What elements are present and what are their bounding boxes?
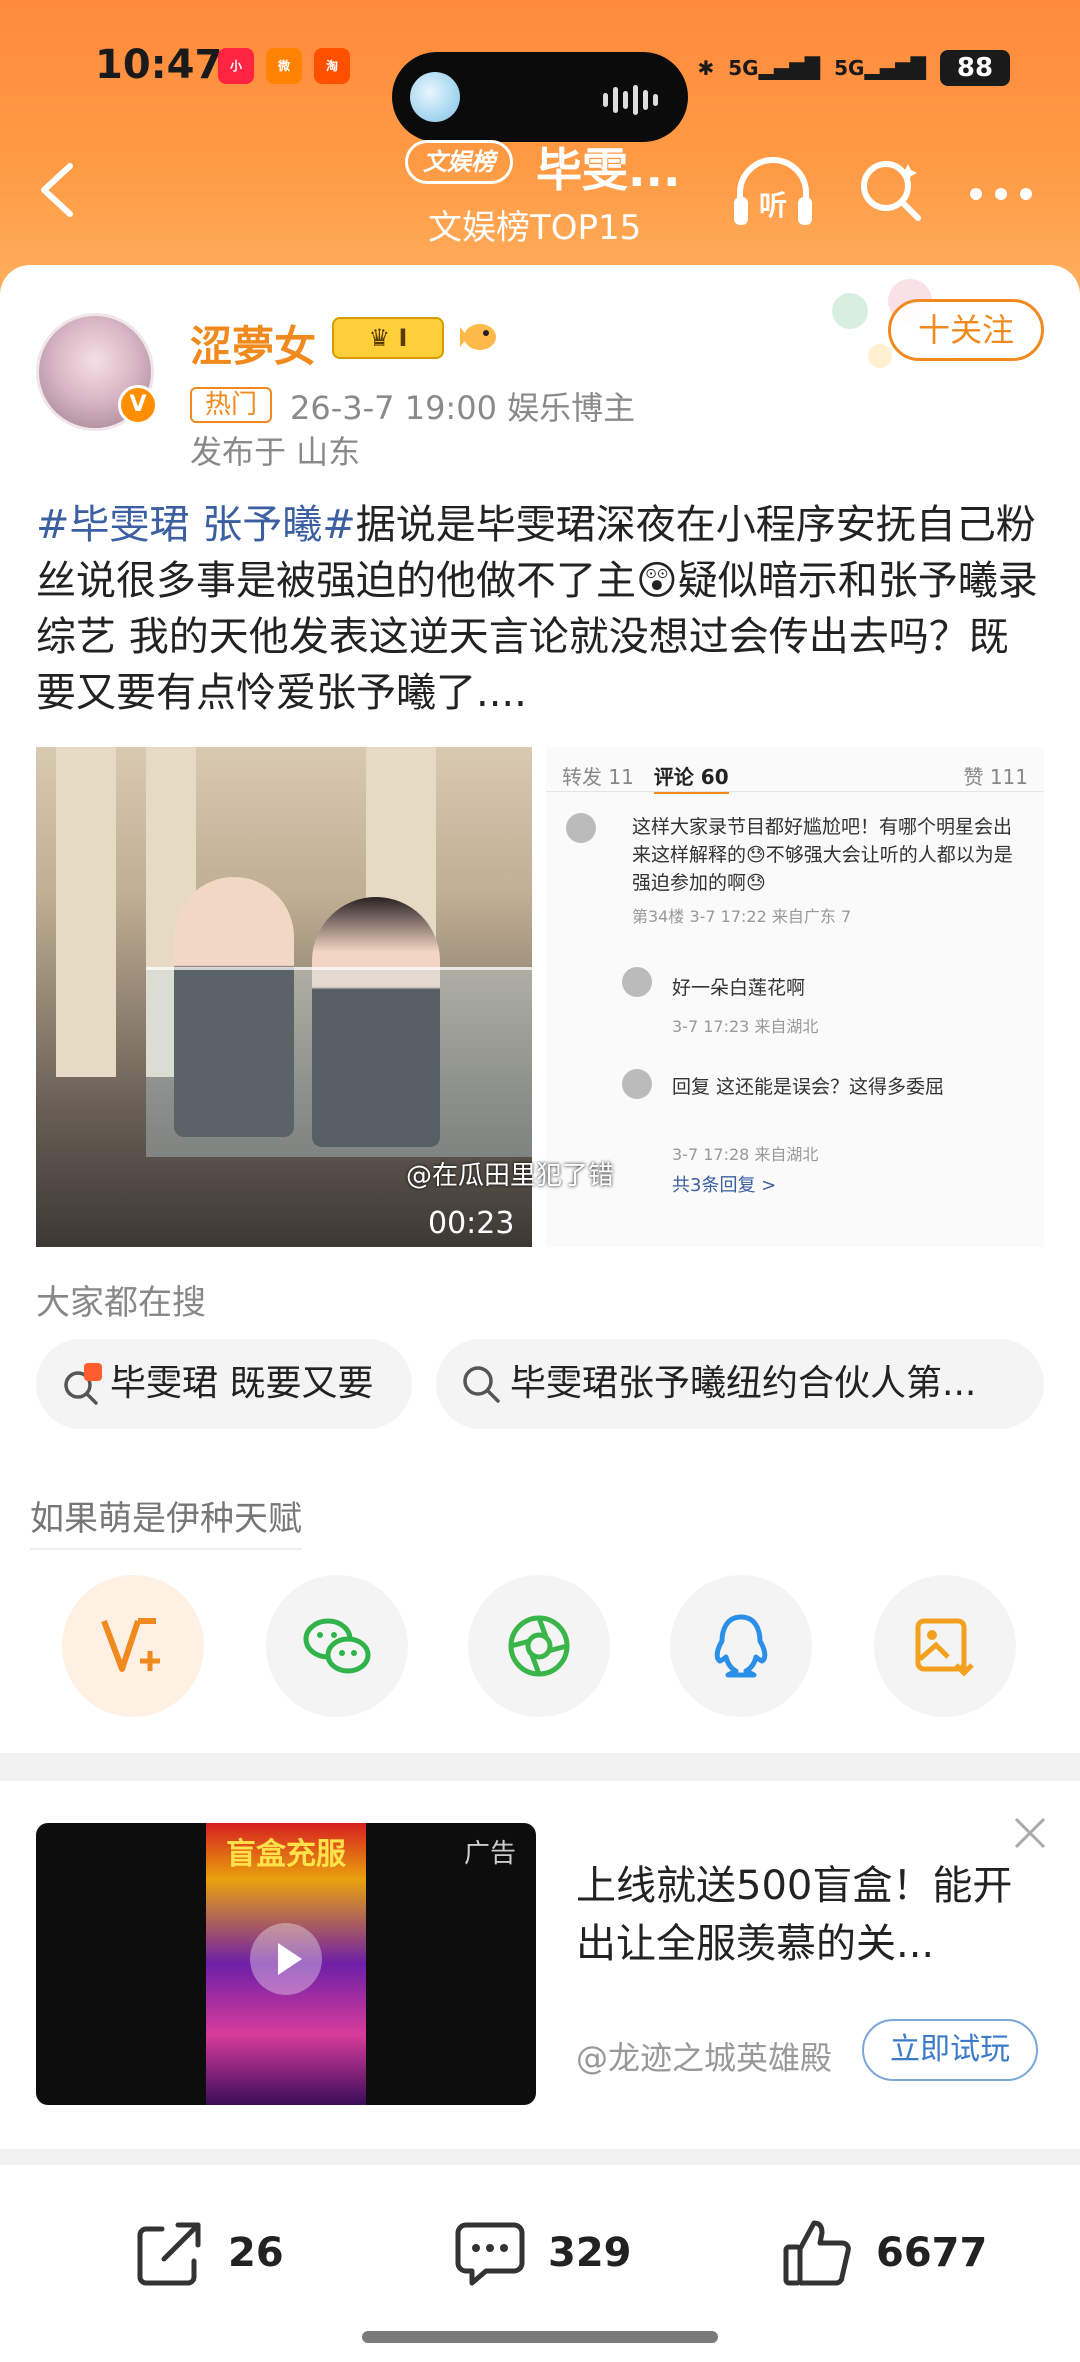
- weibo-icon: 微: [266, 48, 302, 84]
- more-icon[interactable]: [966, 184, 1036, 204]
- repost-v-icon: [101, 1618, 160, 1672]
- section-divider: [0, 1753, 1080, 1781]
- music-artwork-icon: [410, 72, 460, 122]
- screenshot-comment-meta: 第34楼 3-7 17:22 来自广东 7: [632, 907, 852, 926]
- signal-icon-2: 5G▂▄▆█: [834, 56, 926, 80]
- signal-icon-1: 5G▂▄▆█: [728, 56, 821, 80]
- fish-icon: [460, 324, 496, 350]
- share-wechat-button[interactable]: [266, 1575, 408, 1717]
- screenshot-comment-meta: 3-7 17:23 来自湖北: [672, 1017, 819, 1036]
- video-glass-railing: [146, 967, 532, 1157]
- screenshot-replies: 共3条回复 >: [672, 1175, 777, 1196]
- ranking-badge[interactable]: 文娱榜: [405, 140, 513, 184]
- hot-tag: 热门: [190, 387, 272, 423]
- back-icon[interactable]: [34, 160, 84, 220]
- post-card: V 涩夢女 ♛ I 十关注 热门 26-3-7 19:00 娱乐博主 发布于 山…: [0, 265, 1080, 2362]
- search-icon[interactable]: [858, 158, 924, 224]
- share-qq-button[interactable]: [670, 1575, 812, 1717]
- save-image-icon: [915, 1618, 974, 1677]
- home-indicator[interactable]: [362, 2331, 718, 2343]
- ad-title[interactable]: 上线就送500盲盒！能开出让全服羡慕的关...: [576, 1857, 1026, 1973]
- hot-search-icon: [64, 1363, 102, 1405]
- screenshot-comment: 好一朵白莲花啊: [672, 977, 806, 999]
- post-location: 发布于 山东: [190, 433, 361, 471]
- page-title: 毕雯...: [536, 143, 681, 197]
- follow-button[interactable]: 十关注: [888, 299, 1044, 361]
- svg-text:听: 听: [759, 189, 787, 222]
- xiaohongshu-icon: 小: [218, 48, 254, 84]
- bluetooth-icon: ✱: [697, 56, 715, 80]
- top-header: 10:47 小 微 淘 ✱ 5G▂▄▆█ 5G▂▄▆█ 88 文娱榜 毕雯...…: [0, 0, 1080, 300]
- author-name[interactable]: 涩夢女: [190, 313, 316, 374]
- listen-icon[interactable]: 听: [730, 155, 816, 231]
- ad-poster-image: 盲盒充服: [206, 1823, 366, 2105]
- status-time: 10:47: [95, 42, 223, 88]
- close-icon[interactable]: [1012, 1815, 1048, 1851]
- comment-screenshot-image[interactable]: 转发 11 评论 60 赞 111 这样大家录节目都好尴尬吧！有哪个明星会出来这样…: [546, 747, 1044, 1247]
- thumbs-up-icon: [783, 2220, 851, 2286]
- member-badge-icon[interactable]: ♛ I: [332, 317, 444, 359]
- page-subtitle[interactable]: 文娱榜TOP15: [428, 200, 641, 249]
- ad-video-thumbnail[interactable]: 盲盒充服 广告: [36, 1823, 536, 2105]
- repost-count: 26: [228, 2230, 284, 2276]
- search-chip[interactable]: 毕雯珺 既要又要: [36, 1339, 412, 1429]
- video-watermark: @在瓜田里犯了错: [406, 1161, 615, 1191]
- post-hashtag[interactable]: #毕雯珺 张予曦#: [36, 502, 356, 548]
- screenshot-comment-meta: 3-7 17:28 来自湖北: [672, 1145, 819, 1164]
- verified-badge-icon: V: [118, 385, 158, 425]
- repost-button[interactable]: 26: [132, 2213, 284, 2293]
- post-meta: 26-3-7 19:00 娱乐博主: [290, 389, 636, 427]
- comment-icon: [455, 2222, 525, 2286]
- video-duration: 00:23: [428, 1206, 515, 1241]
- dynamic-island: [392, 52, 688, 142]
- trending-search-title: 大家都在搜: [36, 1283, 206, 1323]
- notification-app-icons: 小 微 淘: [218, 48, 350, 84]
- share-save-image-button[interactable]: [874, 1575, 1016, 1717]
- like-button[interactable]: 6677: [780, 2213, 987, 2293]
- comment-count: 329: [548, 2230, 632, 2276]
- nav-bar: 文娱榜 毕雯... 文娱榜TOP15 听: [0, 130, 1080, 260]
- qq-icon: [714, 1614, 768, 1678]
- post-media: 00:23 转发 11 评论 60 赞 111 这样大家录节目都好尴尬吧！有哪个明…: [36, 747, 1044, 1247]
- battery-indicator: 88: [940, 50, 1010, 86]
- post-body[interactable]: #毕雯珺 张予曦#据说是毕雯珺深夜在小程序安抚自己粉丝说很多事是被强迫的他做不了…: [36, 497, 1046, 721]
- search-chip[interactable]: 毕雯珺张予曦纽约合伙人第...: [436, 1339, 1044, 1429]
- screenshot-comment: 这样大家录节目都好尴尬吧！有哪个明星会出来这样解释的😓不够强大会让听的人都以为是…: [632, 816, 1013, 894]
- like-count: 6677: [876, 2230, 988, 2276]
- section-divider: [0, 2149, 1080, 2165]
- taobao-icon: 淘: [314, 48, 350, 84]
- share-arrow-icon: [137, 2222, 201, 2286]
- ad-source[interactable]: @龙迹之城英雄殿: [576, 2033, 832, 2079]
- comment-button[interactable]: 329: [452, 2213, 632, 2293]
- status-right: ✱ 5G▂▄▆█ 5G▂▄▆█ 88: [697, 50, 1010, 86]
- share-repost-button[interactable]: [62, 1575, 204, 1717]
- share-moments-button[interactable]: [468, 1575, 610, 1717]
- play-icon: [250, 1923, 322, 1995]
- screenshot-tabs: 转发 11 评论 60 赞 111: [562, 761, 1028, 794]
- audio-wave-icon: [603, 85, 658, 115]
- share-hint: 如果萌是伊种天赋: [30, 1491, 302, 1550]
- search-icon: [463, 1366, 500, 1403]
- ad-label: 广告: [463, 1839, 516, 1869]
- wechat-icon: [303, 1618, 371, 1674]
- status-bar: 10:47 小 微 淘 ✱ 5G▂▄▆█ 5G▂▄▆█ 88: [0, 30, 1080, 142]
- moments-icon: [508, 1615, 570, 1677]
- screenshot-comment: 回复 这还能是误会？这得多委屈: [672, 1076, 945, 1098]
- ad-try-button[interactable]: 立即试玩: [862, 2019, 1038, 2081]
